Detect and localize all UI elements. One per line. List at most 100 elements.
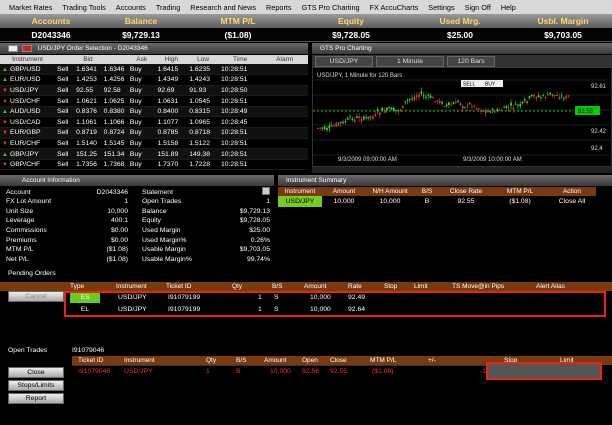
alarm-cell[interactable] xyxy=(261,116,308,129)
sell-button[interactable]: Sell xyxy=(55,116,75,129)
candle-body xyxy=(372,116,374,119)
rate-row[interactable]: ▼ USD/CAD Sell 1.1061 1.1066 Buy 1.1077 1… xyxy=(0,116,308,129)
symbol-select[interactable]: USD/JPY xyxy=(315,56,373,67)
account-label: Statement xyxy=(142,188,173,196)
ask-cell: 1.7368 xyxy=(101,159,128,171)
alarm-cell[interactable] xyxy=(261,159,308,171)
instrument-cell: ▼ USD/CHF xyxy=(0,95,56,107)
open-trade-cell[interactable]: B xyxy=(236,368,241,375)
candle-body xyxy=(489,111,492,113)
candle-body xyxy=(353,119,356,122)
summary-label: Used Mrg. xyxy=(439,16,481,26)
rate-row[interactable]: ▲ GBP/JPY Sell 151.25 151.34 Buy 151.89 1… xyxy=(0,148,308,160)
rate-row[interactable]: ▲ GBP/USD Sell 1.6341 1.6346 Buy 1.6415 1… xyxy=(0,64,308,76)
time-cell: 10:28:45 xyxy=(218,116,262,129)
buy-button[interactable]: Buy xyxy=(127,127,156,139)
alarm-cell[interactable] xyxy=(261,106,308,118)
open-trade-cell[interactable]: 10,000 xyxy=(270,368,291,375)
alarm-cell[interactable] xyxy=(261,127,308,139)
stops-limits-button[interactable]: Stops/Limits xyxy=(8,380,64,391)
order-type[interactable]: ES xyxy=(70,293,100,303)
rate-row[interactable]: ▼ GBP/CHF Sell 1.7356 1.7368 Buy 1.7370 1… xyxy=(0,159,308,171)
menu-item[interactable]: Accounts xyxy=(116,3,146,12)
sell-button[interactable]: Sell xyxy=(55,64,75,76)
menu-item[interactable]: Sign Off xyxy=(465,3,491,12)
rate-row[interactable]: ▼ USD/CHF Sell 1.0621 1.0625 Buy 1.0631 1… xyxy=(0,95,308,107)
candle-body xyxy=(507,107,510,109)
candle-body xyxy=(549,92,551,94)
alarm-cell[interactable] xyxy=(261,148,308,160)
candle-body xyxy=(475,108,478,110)
candle-body xyxy=(524,99,526,101)
pending-column-header: Alert Alias xyxy=(536,283,565,290)
interval-select[interactable]: 1 Minute xyxy=(376,56,444,67)
open-column-header: Amount xyxy=(264,357,287,364)
menu-item[interactable]: Research and News xyxy=(190,3,256,12)
close-all-button[interactable]: Close All xyxy=(548,196,596,207)
statement-icon[interactable] xyxy=(210,187,272,197)
buy-button[interactable]: Buy xyxy=(127,64,156,76)
buy-button[interactable]: Buy xyxy=(127,85,156,97)
buy-button[interactable]: Buy xyxy=(127,159,156,171)
sell-button[interactable]: Sell xyxy=(55,127,75,139)
menu-item[interactable]: Trading xyxy=(156,3,180,12)
open-column-header: Ticket ID xyxy=(78,357,104,364)
candle-body xyxy=(436,100,439,102)
open-trade-cell[interactable]: I91079046 xyxy=(78,368,110,375)
alarm-cell[interactable] xyxy=(261,74,308,86)
open-trade-cell[interactable]: 92.55 xyxy=(330,368,347,375)
open-trade-cell[interactable]: 1 xyxy=(206,368,210,375)
bars-select[interactable]: 120 Bars xyxy=(447,56,495,67)
buy-button[interactable]: Buy xyxy=(127,106,156,118)
open-trade-cell[interactable]: ($1.08) xyxy=(372,368,394,375)
rate-row[interactable]: ▼ EUR/GBP Sell 0.8719 0.8724 Buy 0.8785 0… xyxy=(0,127,308,139)
rate-row[interactable]: ▲ AUD/USD Sell 0.8376 0.8380 Buy 0.8400 0… xyxy=(0,106,308,118)
report-button[interactable]: Report xyxy=(8,393,64,404)
y-tick: 92.4 xyxy=(591,146,603,152)
buy-button[interactable]: Buy xyxy=(127,138,156,150)
sell-button[interactable]: Sell xyxy=(55,106,75,118)
close-trade-button[interactable]: Close xyxy=(8,367,64,378)
menu-item[interactable]: GTS Pro Charting xyxy=(302,3,360,12)
open-trade-cell[interactable]: 92.56 xyxy=(302,368,319,375)
chart-area[interactable]: USD/JPY, 1 Minute for 120 Bars 92.55 SELL B… xyxy=(312,67,612,167)
order-type[interactable]: EL xyxy=(70,305,100,315)
cancel-button[interactable]: Cancel xyxy=(8,291,64,302)
candle-body xyxy=(346,118,349,120)
sell-button[interactable]: Sell xyxy=(55,85,75,97)
alarm-cell[interactable] xyxy=(261,85,308,97)
account-value: ($1.08) xyxy=(106,255,128,263)
candle-body xyxy=(478,108,480,110)
rate-row[interactable]: ▼ EUR/CHF Sell 1.5140 1.5145 Buy 1.5158 1… xyxy=(0,138,308,150)
sell-button[interactable]: Sell xyxy=(55,74,75,86)
sell-button[interactable]: Sell xyxy=(55,148,75,160)
rate-row[interactable]: ▼ USD/JPY Sell 92.55 92.58 Buy 92.69 91.9… xyxy=(0,85,308,97)
buy-button[interactable]: Buy xyxy=(127,74,156,86)
instrument-row[interactable]: USD/JPY 10,000 10,000 B 92.55 ($1.08) Close Al… xyxy=(278,196,596,207)
alarm-cell[interactable] xyxy=(261,138,308,150)
summary-label: Balance xyxy=(124,16,158,26)
open-trade-cell[interactable]: USD/JPY xyxy=(124,368,153,375)
sell-button[interactable]: Sell xyxy=(55,159,75,171)
rate-row[interactable]: ▲ EUR/USD Sell 1.4253 1.4256 Buy 1.4349 1… xyxy=(0,74,308,86)
sell-button[interactable]: Sell xyxy=(55,138,75,150)
menu-item[interactable]: FX AccuCharts xyxy=(370,3,419,12)
alarm-cell[interactable] xyxy=(261,64,308,76)
candle-body xyxy=(459,103,462,105)
candle-body xyxy=(519,104,522,107)
menu-item[interactable]: Trading Tools xyxy=(62,3,105,12)
menu-item[interactable]: Help xyxy=(501,3,516,12)
buy-button[interactable]: Buy xyxy=(127,148,156,160)
menu-item[interactable]: Market Rates xyxy=(9,3,52,12)
candle-body xyxy=(340,121,342,123)
stop-limit-highlight[interactable] xyxy=(486,362,602,380)
low-cell: 91.93 xyxy=(187,85,219,97)
menu-item[interactable]: Settings xyxy=(428,3,454,12)
buy-button[interactable]: Buy xyxy=(127,116,156,129)
buy-button[interactable]: Buy xyxy=(127,95,156,107)
alarm-cell[interactable] xyxy=(261,95,308,107)
chart-scrollbar[interactable] xyxy=(312,167,612,173)
candle-body xyxy=(517,104,519,106)
sell-button[interactable]: Sell xyxy=(55,95,75,107)
menu-item[interactable]: Reports xyxy=(266,3,292,12)
